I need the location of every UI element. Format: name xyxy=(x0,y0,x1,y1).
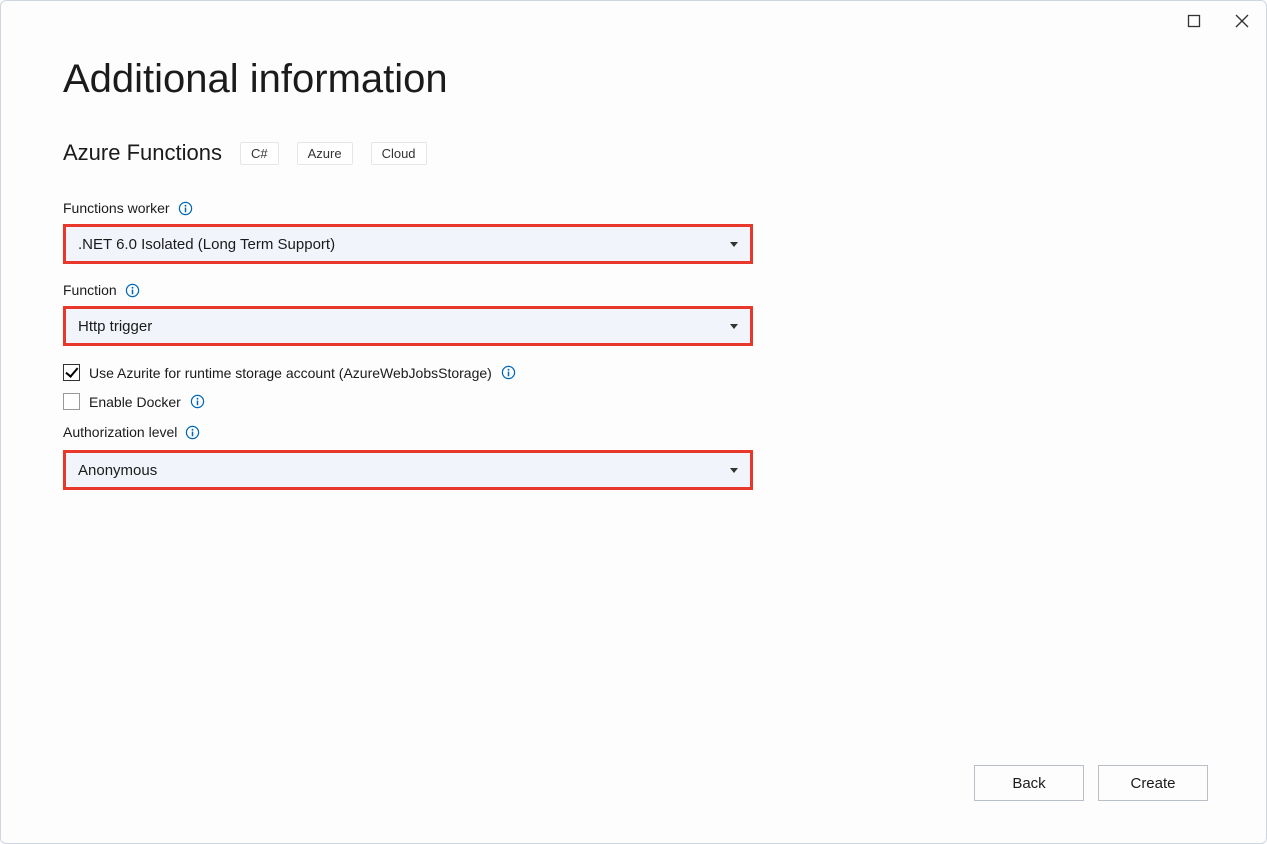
tag-azure: Azure xyxy=(297,142,353,165)
authorization-level-select[interactable]: Anonymous xyxy=(63,450,753,490)
create-button[interactable]: Create xyxy=(1098,765,1208,801)
function-label-row: Function xyxy=(63,282,1204,298)
authorization-level-value: Anonymous xyxy=(78,462,157,479)
function-label: Function xyxy=(63,282,117,298)
subtitle-row: Azure Functions C# Azure Cloud xyxy=(63,140,1204,166)
info-icon[interactable] xyxy=(125,283,140,298)
info-icon[interactable] xyxy=(178,201,193,216)
page-title: Additional information xyxy=(63,57,1204,102)
back-button[interactable]: Back xyxy=(974,765,1084,801)
function-select[interactable]: Http trigger xyxy=(63,306,753,346)
enable-docker-checkbox[interactable] xyxy=(63,393,80,410)
dialog-footer: Back Create xyxy=(974,765,1208,801)
maximize-icon[interactable] xyxy=(1184,11,1204,31)
authorization-level-label: Authorization level xyxy=(63,424,177,440)
info-icon[interactable] xyxy=(190,394,205,409)
use-azurite-checkbox[interactable] xyxy=(63,364,80,381)
enable-docker-row: Enable Docker xyxy=(63,393,1204,410)
close-icon[interactable] xyxy=(1232,11,1252,31)
authorization-level-group: Authorization level Anonymous xyxy=(63,424,1204,490)
tag-csharp: C# xyxy=(240,142,279,165)
function-group: Function Http trigger xyxy=(63,282,1204,346)
functions-worker-value: .NET 6.0 Isolated (Long Term Support) xyxy=(78,236,335,253)
tag-cloud: Cloud xyxy=(371,142,427,165)
caret-down-icon xyxy=(730,242,738,247)
dialog-content: Additional information Azure Functions C… xyxy=(1,1,1266,490)
window-controls xyxy=(1184,11,1252,31)
enable-docker-label: Enable Docker xyxy=(89,394,181,410)
caret-down-icon xyxy=(730,324,738,329)
info-icon[interactable] xyxy=(501,365,516,380)
use-azurite-label: Use Azurite for runtime storage account … xyxy=(89,365,492,381)
info-icon[interactable] xyxy=(185,425,200,440)
functions-worker-label: Functions worker xyxy=(63,200,170,216)
use-azurite-row: Use Azurite for runtime storage account … xyxy=(63,364,1204,381)
functions-worker-group: Functions worker .NET 6.0 Isolated (Long… xyxy=(63,200,1204,264)
subtitle-text: Azure Functions xyxy=(63,140,222,166)
functions-worker-select[interactable]: .NET 6.0 Isolated (Long Term Support) xyxy=(63,224,753,264)
functions-worker-label-row: Functions worker xyxy=(63,200,1204,216)
caret-down-icon xyxy=(730,468,738,473)
function-value: Http trigger xyxy=(78,318,152,335)
authorization-level-label-row: Authorization level xyxy=(63,424,1204,440)
